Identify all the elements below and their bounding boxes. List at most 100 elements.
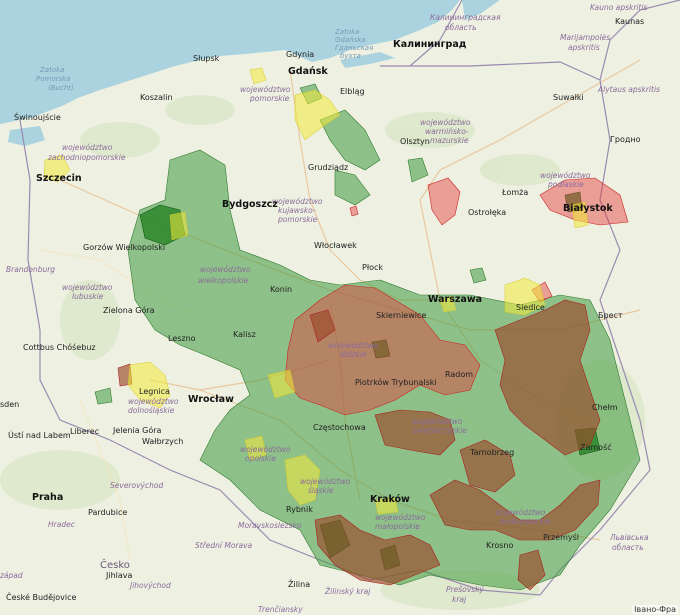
city-label-siedlce[interactable]: Siedlce [516, 303, 545, 312]
city-label-olsztyn[interactable]: Olsztyn [400, 137, 430, 146]
country-label-cesko: Česko [100, 558, 130, 571]
city-label-gdynia[interactable]: Gdynia [286, 50, 314, 59]
region-label-malopolskie-1: województwo [375, 513, 426, 522]
city-label-kaliningrad[interactable]: Калининград [393, 39, 467, 50]
region-label-wielkopolskie-1: województwo [200, 265, 251, 274]
city-label-grodno[interactable]: Гродно [610, 135, 641, 144]
city-label-kalisz[interactable]: Kalisz [233, 330, 256, 339]
region-label-slaskie-2: śląskie [308, 486, 334, 495]
city-label-skierniewice[interactable]: Skierniewice [376, 311, 426, 320]
city-label-usti[interactable]: Ústí nad Labem [8, 429, 71, 440]
map-view[interactable]: Zatoka Pomorska (Bucht) Zatoka Gdańska Г… [0, 0, 680, 615]
city-label-tarnobrzeg[interactable]: Tarnobrzeg [469, 448, 514, 457]
city-label-jihlava[interactable]: Jihlava [105, 571, 133, 580]
city-label-pardubice[interactable]: Pardubice [88, 508, 127, 517]
region-label-podkarpackie-2: podkarpackie [499, 517, 551, 526]
region-label-kujawsko-3: pomorskie [277, 215, 318, 224]
city-label-gorzow[interactable]: Gorzów Wielkopolski [83, 242, 165, 252]
region-label-lvivska-2: область [612, 543, 644, 552]
city-label-legnica[interactable]: Legnica [139, 387, 170, 396]
city-label-konin[interactable]: Konin [270, 285, 292, 294]
region-label-dolnoslaskie-2: dolnośląskie [128, 406, 175, 415]
region-label-lodzkie-1: województwo [328, 341, 379, 350]
region-label-wielkopolskie-2: wielkopolskie [198, 276, 249, 285]
region-label-podlaskie-2: podlaskie [547, 180, 584, 189]
city-label-krosno[interactable]: Krosno [486, 541, 513, 550]
city-label-ceske-budejovice[interactable]: České Budějovice [6, 591, 77, 602]
region-label-lvivska-1: Львівська [609, 533, 649, 542]
city-label-swinoujscie[interactable]: Świnoujście [14, 111, 61, 122]
city-label-lomza[interactable]: Łomża [501, 188, 528, 197]
city-label-grudziadz[interactable]: Grudziądz [308, 163, 348, 172]
region-label-pomorskie-2: pomorskie [249, 94, 290, 103]
city-label-wloclawek[interactable]: Włocławek [314, 241, 357, 250]
city-label-wroclaw[interactable]: Wrocław [188, 394, 234, 405]
region-label-lubuskie-2: lubuskie [72, 292, 104, 301]
region-label-swietokrzyskie-2: świętokrzyskie [412, 426, 467, 435]
city-label-liberec[interactable]: Liberec [70, 427, 99, 436]
city-label-cottbus[interactable]: Cottbus Chóśebuz [23, 342, 96, 352]
region-label-hradec: Hradec [48, 520, 76, 529]
city-label-kaunas[interactable]: Kaunas [615, 17, 644, 26]
city-label-ostroleka[interactable]: Ostrołęka [468, 208, 506, 217]
region-label-alytaus: Alytaus apskritis [597, 85, 660, 94]
region-label-warminsko-2: warmińsko- [425, 127, 469, 136]
region-label-warminsko-1: województwo [420, 118, 471, 127]
city-label-jelenia-gora[interactable]: Jelenia Góra [112, 425, 162, 435]
region-label-podlaskie-1: województwo [540, 171, 591, 180]
region-label-zilinsky: Žilinský kraj [324, 587, 371, 596]
city-label-koszalin[interactable]: Koszalin [140, 93, 173, 102]
region-label-kaliningradskaya-2: область [445, 23, 477, 32]
city-label-piotrkow[interactable]: Piotrków Trybunalski [355, 377, 437, 387]
region-label-stredni-morava: Střední Morava [195, 541, 253, 550]
region-label-kujawsko-1: województwo [272, 197, 323, 206]
city-label-rybnik[interactable]: Rybnik [286, 505, 313, 514]
region-label-marijampoles-2: apskritis [568, 43, 600, 52]
city-label-brest[interactable]: Брест [598, 311, 623, 320]
region-label-kaliningradskaya-1: Калининградская [430, 13, 501, 22]
region-label-kujawsko-2: kujawsko- [278, 206, 316, 215]
city-label-bialystok[interactable]: Białystok [563, 203, 613, 214]
city-label-leszno[interactable]: Leszno [168, 334, 196, 343]
region-label-marijampoles-1: Marijampolės [560, 33, 610, 42]
zone-yellow-bydgoszcz[interactable] [169, 211, 189, 241]
city-label-zilina[interactable]: Žilina [288, 578, 310, 589]
region-label-zachodniopomorskie-2: zachodniopomorskie [47, 153, 126, 162]
map-canvas[interactable]: Zatoka Pomorska (Bucht) Zatoka Gdańska Г… [0, 0, 680, 615]
region-label-trenciansky: Trenčiansky [258, 605, 303, 614]
city-label-plock[interactable]: Płock [362, 263, 383, 272]
map-attribution: Івано-Фра [632, 605, 678, 614]
city-label-przemysl[interactable]: Przemyśl [543, 532, 579, 542]
region-label-malopolskie-2: małopolskie [375, 522, 420, 531]
sea-label-zatoka-gdanska-3: Гданьская [335, 44, 373, 52]
city-label-sden[interactable]: sden [0, 400, 19, 409]
sea-label-zatoka-gdanska-2: Gdańska [335, 36, 366, 44]
city-label-praha[interactable]: Praha [32, 492, 63, 503]
region-label-presovsky-2: kraj [452, 595, 467, 604]
city-label-krakow[interactable]: Kraków [370, 494, 410, 505]
city-label-radom[interactable]: Radom [445, 370, 473, 379]
region-label-swietokrzyskie-1: województwo [412, 417, 463, 426]
city-label-zamosc[interactable]: Zamość [580, 442, 612, 452]
city-label-czestochowa[interactable]: Częstochowa [313, 423, 366, 432]
city-label-warszawa[interactable]: Warszawa [428, 294, 482, 305]
city-label-suwalki[interactable]: Suwałki [553, 93, 584, 102]
region-label-opolskie-2: opolskie [245, 454, 276, 463]
sea-label-zatoka-pomorska-2: Pomorska [36, 75, 70, 83]
region-label-zapad: západ [0, 571, 23, 580]
city-label-chelm[interactable]: Chełm [592, 403, 618, 412]
sea-label-zatoka-gdanska-1: Zatoka [334, 28, 359, 36]
city-label-zielona-gora[interactable]: Zielona Góra [103, 305, 155, 315]
city-label-elblag[interactable]: Elbląg [340, 87, 365, 96]
city-label-bydgoszcz[interactable]: Bydgoszcz [222, 199, 278, 210]
region-label-lubuskie-1: województwo [62, 283, 113, 292]
sea-label-zatoka-pomorska-1: Zatoka [39, 66, 64, 74]
region-label-kauno: Kauno apskritis [590, 3, 648, 12]
region-label-podkarpackie-1: województwo [495, 508, 546, 517]
city-label-slupsk[interactable]: Słupsk [193, 54, 220, 63]
city-label-gdansk[interactable]: Gdańsk [288, 66, 328, 77]
city-label-szczecin[interactable]: Szczecin [36, 173, 82, 184]
city-label-walbrzych[interactable]: Wałbrzych [142, 437, 183, 446]
region-label-jihovychod: Jihovýchod [128, 581, 171, 590]
region-label-pomorskie-1: województwo [240, 85, 291, 94]
